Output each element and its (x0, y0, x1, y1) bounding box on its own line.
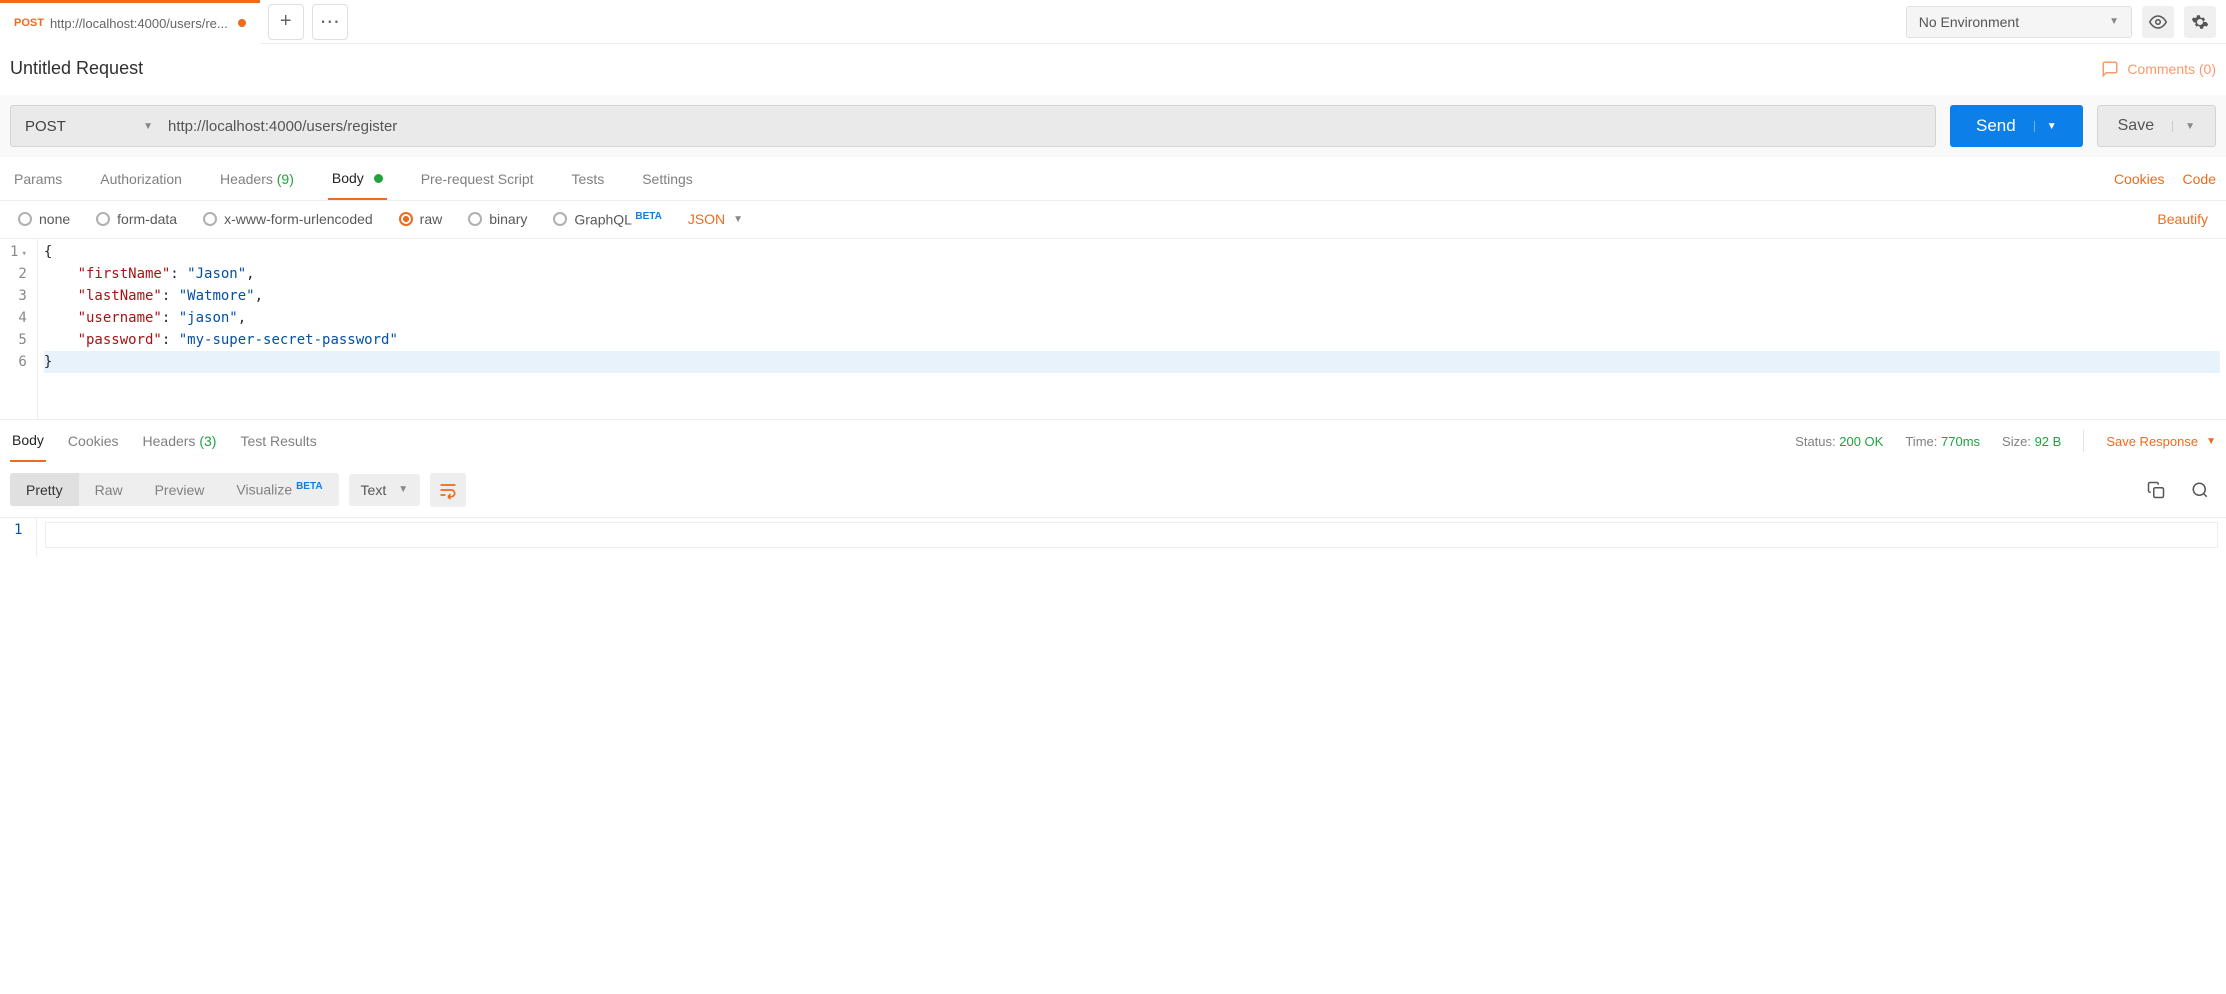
response-tab-body[interactable]: Body (10, 420, 46, 462)
body-type-raw[interactable]: raw (399, 211, 443, 227)
response-view-segment: Pretty Raw Preview Visualize BETA (10, 473, 339, 506)
view-visualize[interactable]: Visualize BETA (220, 473, 338, 506)
comments-label: Comments (0) (2127, 61, 2216, 77)
response-content (45, 522, 2218, 548)
response-tab-headers[interactable]: Headers (3) (141, 421, 219, 461)
save-label: Save (2118, 117, 2154, 135)
chevron-down-icon: ▼ (733, 214, 743, 225)
tab-headers[interactable]: Headers (9) (216, 159, 298, 199)
copy-response-button[interactable] (2140, 474, 2172, 506)
tab-prerequest[interactable]: Pre-request Script (417, 159, 538, 199)
body-type-none[interactable]: none (18, 211, 70, 227)
tab-params[interactable]: Params (10, 159, 66, 199)
chevron-down-icon[interactable]: ▼ (2172, 121, 2195, 132)
tab-settings[interactable]: Settings (638, 159, 697, 199)
request-tab[interactable]: POST http://localhost:4000/users/re... (0, 0, 260, 44)
response-tab-tests[interactable]: Test Results (238, 421, 318, 461)
search-response-button[interactable] (2184, 474, 2216, 506)
body-editor[interactable]: 123456 { "firstName": "Jason", "lastName… (0, 239, 2226, 419)
chevron-down-icon: ▼ (143, 121, 153, 132)
response-body[interactable]: 1 (0, 517, 2226, 557)
save-button[interactable]: Save ▼ (2097, 105, 2216, 147)
view-raw[interactable]: Raw (79, 473, 139, 506)
body-type-graphql[interactable]: GraphQL BETA (553, 211, 661, 228)
wrap-lines-button[interactable] (430, 473, 466, 507)
environment-label: No Environment (1919, 14, 2019, 30)
comments-button[interactable]: Comments (0) (2101, 60, 2216, 78)
chevron-down-icon: ▼ (2206, 436, 2216, 447)
save-response-button[interactable]: Save Response ▼ (2106, 434, 2216, 449)
send-button[interactable]: Send ▼ (1950, 105, 2083, 147)
response-time: 770ms (1941, 434, 1980, 449)
request-name[interactable]: Untitled Request (10, 58, 143, 79)
response-format-select[interactable]: Text ▼ (349, 474, 421, 506)
copy-icon (2147, 481, 2165, 499)
body-type-binary[interactable]: binary (468, 211, 527, 227)
environment-quicklook-button[interactable] (2142, 6, 2174, 38)
body-type-formdata[interactable]: form-data (96, 211, 177, 227)
send-label: Send (1976, 116, 2016, 136)
body-format-select[interactable]: JSON ▼ (688, 211, 743, 227)
code-link[interactable]: Code (2183, 171, 2216, 187)
body-type-xwww[interactable]: x-www-form-urlencoded (203, 211, 373, 227)
comment-icon (2101, 60, 2119, 78)
url-input[interactable] (154, 105, 1936, 147)
search-icon (2191, 481, 2209, 499)
cookies-link[interactable]: Cookies (2114, 171, 2165, 187)
chevron-down-icon[interactable]: ▼ (2034, 121, 2057, 132)
beautify-button[interactable]: Beautify (2157, 211, 2208, 227)
tab-authorization[interactable]: Authorization (96, 159, 186, 199)
method-value: POST (25, 118, 66, 135)
new-tab-button[interactable]: + (268, 4, 304, 40)
eye-icon (2149, 13, 2167, 31)
response-line-number: 1 (0, 518, 37, 557)
gear-icon (2191, 13, 2209, 31)
response-tab-cookies[interactable]: Cookies (66, 421, 121, 461)
view-pretty[interactable]: Pretty (10, 473, 79, 506)
tab-title: http://localhost:4000/users/re... (50, 16, 228, 31)
response-size: 92 B (2035, 434, 2062, 449)
settings-button[interactable] (2184, 6, 2216, 38)
wrap-icon (438, 480, 458, 500)
response-status: 200 OK (1839, 434, 1883, 449)
view-preview[interactable]: Preview (139, 473, 221, 506)
chevron-down-icon: ▼ (2109, 16, 2119, 27)
chevron-down-icon: ▼ (398, 484, 408, 495)
tab-options-button[interactable]: ⋯ (312, 4, 348, 40)
tab-body[interactable]: Body (328, 158, 387, 200)
environment-select[interactable]: No Environment ▼ (1906, 6, 2132, 38)
tab-method-badge: POST (14, 17, 44, 29)
method-select[interactable]: POST ▼ (10, 105, 168, 147)
tab-tests[interactable]: Tests (568, 159, 609, 199)
body-indicator-icon (374, 174, 383, 183)
unsaved-indicator-icon (238, 19, 246, 27)
